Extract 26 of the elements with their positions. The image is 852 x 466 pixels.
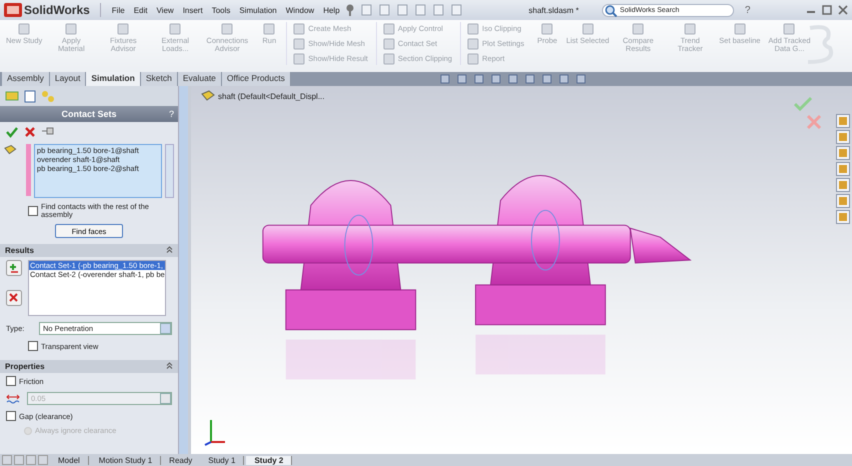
section-title: Results: [5, 246, 34, 255]
menu-item[interactable]: Edit: [134, 6, 148, 14]
menu-item[interactable]: Tools: [212, 6, 230, 14]
document-title: shaft.sldasm *: [528, 6, 579, 14]
help-button[interactable]: ?: [744, 4, 750, 16]
command-tab[interactable]: Assembly: [2, 72, 50, 86]
menu-item[interactable]: Simulation: [239, 6, 277, 14]
study-tab[interactable]: Study 2: [246, 456, 292, 464]
command-tab[interactable]: Layout: [50, 72, 86, 86]
command-tab[interactable]: Simulation: [86, 72, 141, 86]
status-text: Ready: [168, 456, 194, 464]
menu-item[interactable]: View: [156, 6, 174, 14]
menu-item[interactable]: Window: [286, 6, 314, 14]
study-tab[interactable]: Model: [50, 456, 89, 464]
command-tab[interactable]: Sketch: [140, 72, 178, 86]
section-title: Properties: [5, 362, 45, 371]
menu-item[interactable]: Insert: [182, 6, 203, 14]
study-tab[interactable]: Motion Study 1: [90, 456, 162, 464]
command-tab[interactable]: Evaluate: [178, 72, 222, 86]
study-tab[interactable]: Study 1: [200, 456, 244, 464]
menu-item[interactable]: Help: [323, 6, 340, 14]
app-logo: SolidWorks: [4, 3, 101, 17]
command-tab[interactable]: Office Products: [222, 72, 291, 86]
menu-item[interactable]: File: [112, 6, 125, 14]
tree-item[interactable]: shaft (Default<Default_Displ...: [218, 92, 324, 100]
panel-title: Contact Sets: [61, 109, 116, 119]
